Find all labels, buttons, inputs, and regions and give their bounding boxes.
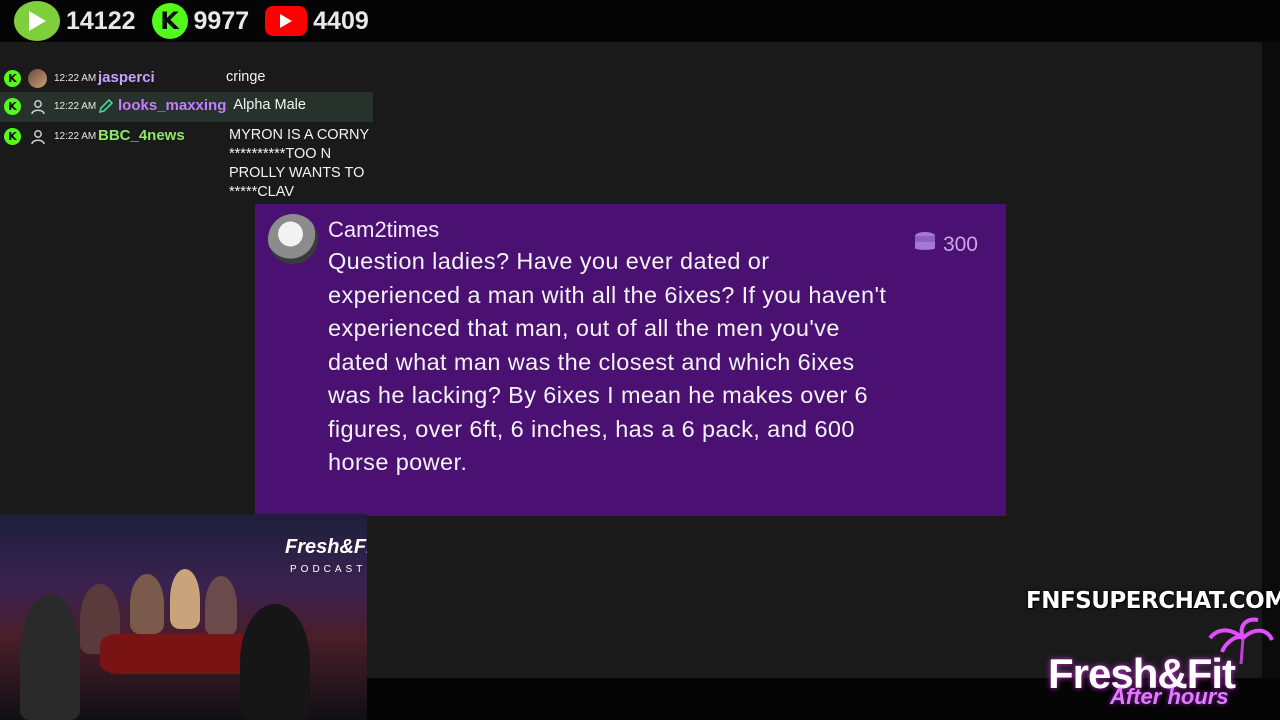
superchat-username: Cam2times	[328, 217, 440, 242]
superchat-amount: 300	[913, 230, 978, 260]
user-avatar	[28, 69, 47, 88]
youtube-count: 4409	[313, 6, 369, 35]
rumble-count: 14122	[66, 6, 136, 35]
youtube-icon	[265, 6, 308, 36]
superchat-card: Cam2times 300 Question ladies? Have you …	[255, 204, 1006, 516]
kick-count: 9977	[193, 6, 250, 35]
chat-timestamp: 12:22 AM	[54, 101, 97, 112]
podcast-camera-feed: Fresh&Fit PODCAST	[0, 514, 367, 720]
user-avatar-icon	[28, 127, 47, 146]
kick-stat: K 9977	[151, 3, 250, 39]
podcast-logo-sub: PODCAST	[290, 564, 367, 575]
chat-timestamp: 12:22 AM	[54, 73, 97, 84]
chat-username[interactable]: BBC_4news	[98, 127, 229, 144]
superchat-message: Question ladies? Have you ever dated or …	[328, 248, 887, 475]
chat-message: K 12:22 AM BBC_4news MYRON IS A CORNY **…	[0, 122, 373, 212]
chat-text: cringe	[226, 69, 266, 85]
chat-text: Alpha Male	[233, 97, 306, 113]
user-avatar-icon	[28, 97, 47, 116]
chat-text: MYRON IS A CORNY **********TOO N PROLLY …	[229, 127, 369, 200]
superchat-amount-value: 300	[942, 233, 978, 256]
platform-stats-bar: 14122 K 9977 4409	[0, 0, 1280, 42]
superchat-url-watermark: FNFSUPERCHAT.COM	[1026, 588, 1280, 614]
guest-silhouette	[130, 574, 164, 634]
superchat-avatar	[268, 214, 318, 264]
podcast-logo: Fresh&Fit	[285, 536, 367, 558]
guest-silhouette	[205, 576, 237, 636]
host-silhouette	[240, 604, 310, 720]
coins-icon	[913, 230, 937, 260]
guest-silhouette	[170, 569, 200, 629]
chat-message: K 12:22 AM looks_maxxing Alpha Male	[0, 92, 373, 122]
chat-username[interactable]: looks_maxxing	[118, 97, 226, 114]
pencil-badge-icon	[98, 98, 114, 119]
chat-timestamp: 12:22 AM	[54, 131, 97, 142]
rumble-stat: 14122	[14, 1, 136, 41]
chat-feed: K 12:22 AM jasperci cringe K 12:22 AM lo…	[0, 64, 373, 212]
kick-icon: K	[151, 3, 188, 39]
guest-silhouette	[20, 594, 80, 720]
right-edge	[1262, 42, 1280, 678]
rumble-icon	[14, 1, 60, 41]
chat-message: K 12:22 AM jasperci cringe	[0, 64, 373, 92]
chat-username[interactable]: jasperci	[98, 69, 226, 86]
kick-badge-icon: K	[4, 98, 21, 115]
brand-tagline-watermark: After hours	[1110, 684, 1229, 709]
youtube-stat: 4409	[265, 6, 369, 36]
kick-badge-icon: K	[4, 70, 21, 87]
kick-badge-icon: K	[4, 128, 21, 145]
